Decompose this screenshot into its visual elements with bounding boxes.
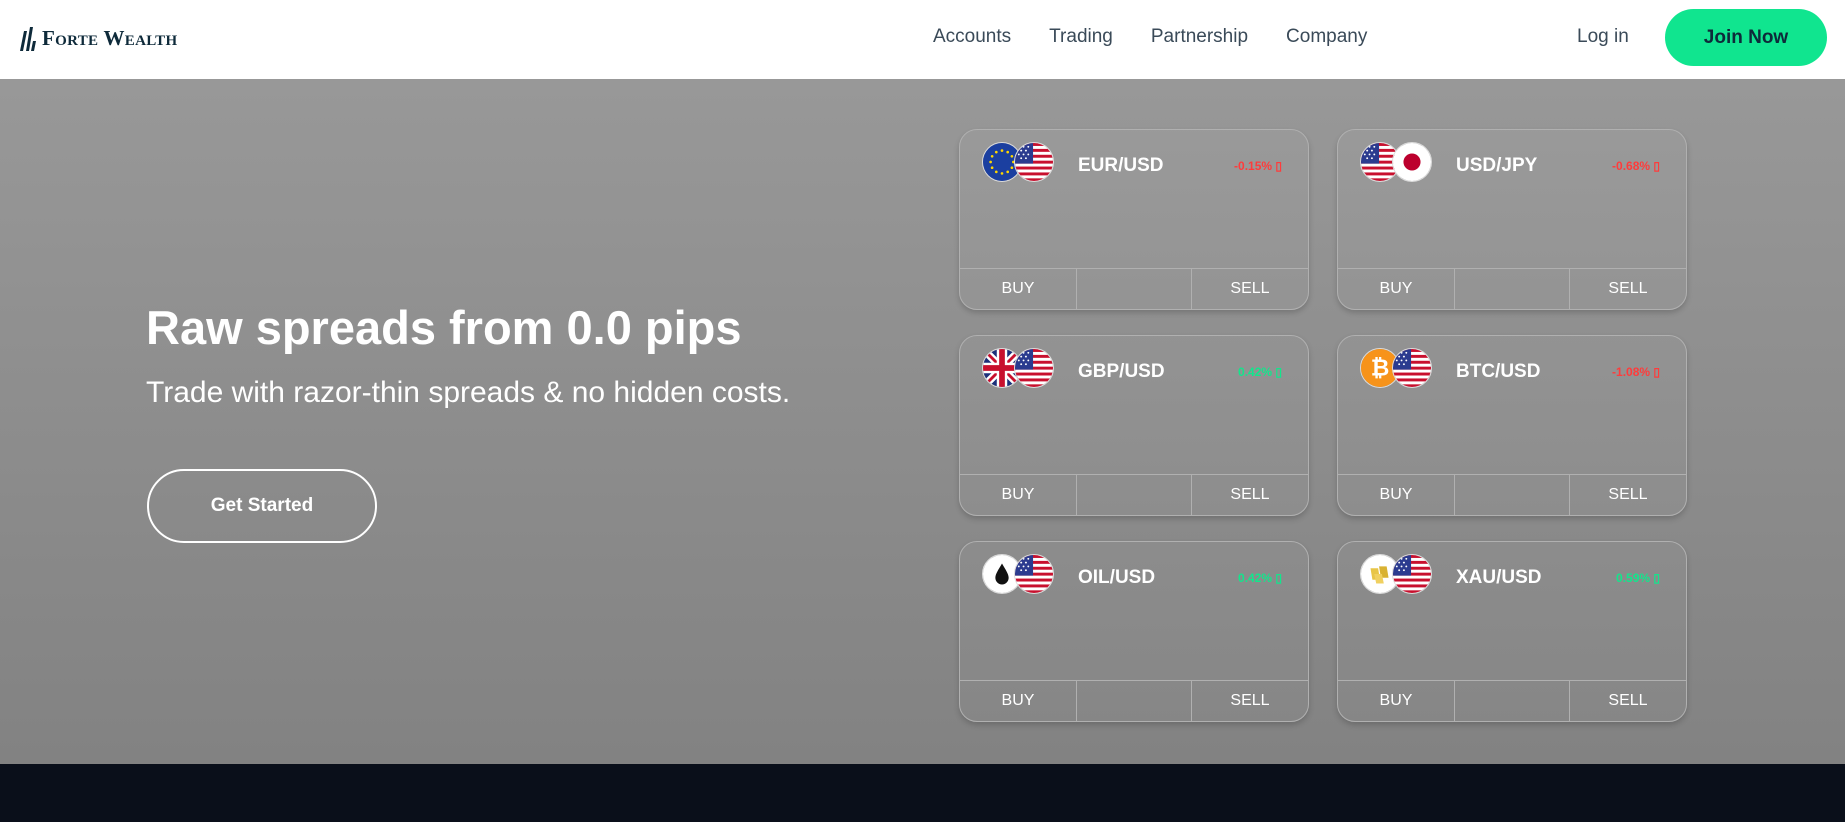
ticker-card-eurusd[interactable]: EUR/USD -0.15% ▯ BUY SELL [959,129,1309,310]
buy-button[interactable]: BUY [960,475,1076,515]
login-link[interactable]: Log in [1577,26,1629,48]
footer-band [0,764,1845,822]
sell-button[interactable]: SELL [1192,681,1308,721]
nav-trading[interactable]: Trading [1049,26,1113,48]
logo-icon [20,26,36,51]
us-flag-icon [1392,554,1432,594]
pair-flags [1360,554,1432,596]
sell-button[interactable]: SELL [1570,269,1686,309]
pair-flags [982,554,1054,596]
us-flag-icon [1014,554,1054,594]
nav-partnership[interactable]: Partnership [1151,26,1248,48]
spread-cell [1454,475,1570,515]
buy-button[interactable]: BUY [960,681,1076,721]
card-actions: BUY SELL [1338,680,1686,721]
main-nav: Accounts Trading Partnership Company [933,26,1367,48]
spread-cell [1454,269,1570,309]
brand-name: Forte Wealth [42,26,178,50]
sell-button[interactable]: SELL [1570,681,1686,721]
card-actions: BUY SELL [1338,474,1686,515]
brand-logo[interactable]: Forte Wealth [18,26,177,51]
pair-name: OIL/USD [1078,567,1156,588]
sell-button[interactable]: SELL [1570,475,1686,515]
buy-button[interactable]: BUY [1338,475,1454,515]
site-header: Forte Wealth Accounts Trading Partnershi… [0,0,1845,79]
get-started-button[interactable]: Get Started [147,469,377,543]
spread-cell [1454,681,1570,721]
us-flag-icon [1392,348,1432,388]
pair-flags [1360,142,1432,184]
pair-name: XAU/USD [1456,567,1542,588]
us-flag-icon [1014,348,1054,388]
pair-flags [982,142,1054,184]
ticker-card-oilusd[interactable]: OIL/USD 0.42% ▯ BUY SELL [959,541,1309,722]
hero-section: Raw spreads from 0.0 pips Trade with raz… [0,79,1845,764]
join-now-button[interactable]: Join Now [1665,9,1827,66]
price-change: -0.68% ▯ [1612,159,1660,173]
pair-name: BTC/USD [1456,361,1541,382]
nav-company[interactable]: Company [1286,26,1367,48]
ticker-card-xauusd[interactable]: XAU/USD 0.59% ▯ BUY SELL [1337,541,1687,722]
spread-cell [1076,269,1192,309]
sell-button[interactable]: SELL [1192,269,1308,309]
us-flag-icon [1014,142,1054,182]
price-change: -1.08% ▯ [1612,365,1660,379]
pair-name: GBP/USD [1078,361,1165,382]
card-actions: BUY SELL [960,680,1308,721]
pair-name: EUR/USD [1078,155,1164,176]
price-change: -0.15% ▯ [1234,159,1282,173]
card-actions: BUY SELL [960,268,1308,309]
card-actions: BUY SELL [960,474,1308,515]
hero-subtitle: Trade with razor-thin spreads & no hidde… [146,376,791,409]
jp-flag-icon [1392,142,1432,182]
buy-button[interactable]: BUY [1338,681,1454,721]
ticker-card-gbpusd[interactable]: GBP/USD 0.42% ▯ BUY SELL [959,335,1309,516]
ticker-card-usdjpy[interactable]: USD/JPY -0.68% ▯ BUY SELL [1337,129,1687,310]
pair-name: USD/JPY [1456,155,1538,176]
price-change: 0.59% ▯ [1616,571,1660,585]
spread-cell [1076,681,1192,721]
buy-button[interactable]: BUY [1338,269,1454,309]
ticker-card-btcusd[interactable]: BTC/USD -1.08% ▯ BUY SELL [1337,335,1687,516]
nav-accounts[interactable]: Accounts [933,26,1011,48]
pair-flags [982,348,1054,390]
card-actions: BUY SELL [1338,268,1686,309]
price-change: 0.42% ▯ [1238,365,1282,379]
sell-button[interactable]: SELL [1192,475,1308,515]
spread-cell [1076,475,1192,515]
price-change: 0.42% ▯ [1238,571,1282,585]
hero-title: Raw spreads from 0.0 pips [146,301,742,354]
buy-button[interactable]: BUY [960,269,1076,309]
pair-flags [1360,348,1432,390]
